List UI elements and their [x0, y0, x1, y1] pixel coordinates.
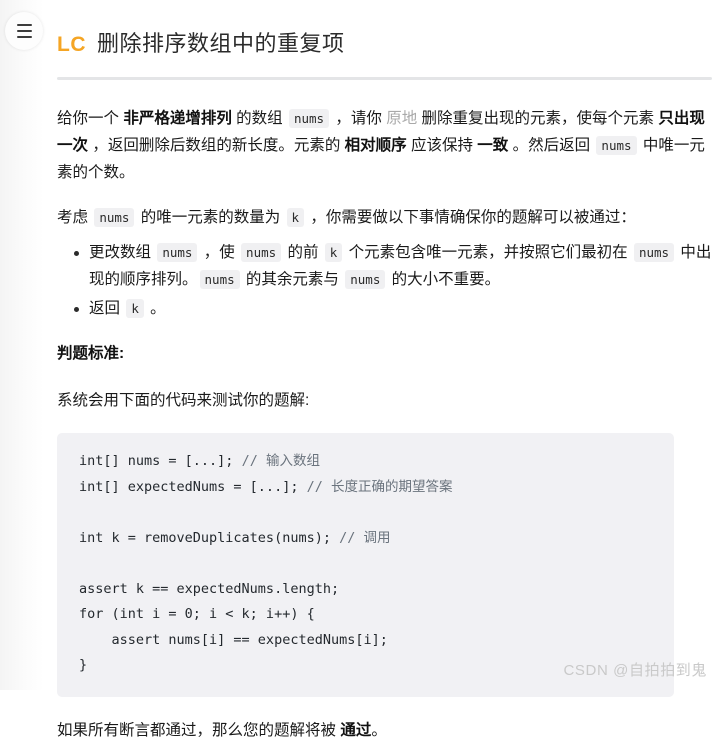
intro-seg-4: 删除重复出现的元素，使每个元素	[417, 110, 659, 127]
problem-intro-paragraph: 给你一个 非严格递增排列 的数组 nums ，请你 原地 删除重复出现的元素，使…	[57, 105, 712, 186]
code-line-1: int[] nums = [...];	[79, 453, 242, 469]
requirements-list: 更改数组 nums ，使 nums 的前 k 个元素包含唯一元素，并按照它们最初…	[57, 239, 712, 322]
title-row: LC 删除排序数组中的重复项	[57, 26, 712, 58]
intro-bold-4: 一致	[477, 137, 509, 154]
intro-seg-2: 的数组	[231, 110, 287, 127]
code-comment-1: // 输入数组	[241, 453, 320, 469]
list-item: 返回 k 。	[74, 295, 712, 322]
conclusion-seg-1: 如果所有断言都通过，那么您的题解将被	[57, 721, 341, 739]
article-content: 给你一个 非严格递增排列 的数组 nums ，请你 原地 删除重复出现的元素，使…	[57, 105, 712, 744]
judging-criteria-heading: 判题标准:	[57, 345, 125, 362]
code-sample-pre: int[] nums = [...]; // 输入数组 int[] expect…	[79, 449, 652, 679]
inline-code-k-2: k	[324, 243, 343, 262]
header-divider	[57, 77, 712, 80]
inline-code-nums-5: nums	[241, 243, 282, 262]
inline-code-nums-4: nums	[157, 243, 198, 262]
conclusion-seg-2: 。	[371, 721, 387, 739]
req2-seg-2: 。	[145, 300, 166, 317]
code-sample-block: int[] nums = [...]; // 输入数组 int[] expect…	[57, 433, 674, 697]
inplace-link[interactable]: 原地	[386, 110, 417, 127]
req1-seg-1: 更改数组	[89, 244, 156, 261]
code-comment-4: // 调用	[339, 529, 391, 546]
leetcode-logo: LC	[57, 33, 86, 56]
intro-seg-5: ，返回删除后数组的新长度。元素的	[88, 137, 345, 154]
code-line-4: int k = removeDuplicates(nums);	[79, 529, 340, 546]
inline-code-nums-7: nums	[199, 270, 240, 289]
inline-code-nums-8: nums	[345, 270, 386, 289]
req1-seg-2: ，使	[199, 244, 240, 261]
hamburger-bar-3	[16, 36, 32, 38]
consider-seg-3: ，你需要做以下事情确保你的题解可以被通过：	[306, 209, 636, 226]
list-item: 更改数组 nums ，使 nums 的前 k 个元素包含唯一元素，并按照它们最初…	[74, 239, 712, 293]
article-page: LC 删除排序数组中的重复项 给你一个 非严格递增排列 的数组 nums ，请你…	[0, 0, 719, 739]
conclusion-bold-1: 通过	[340, 721, 372, 739]
hamburger-bar-1	[16, 24, 32, 26]
consider-seg-2: 的唯一元素的数量为	[136, 209, 285, 226]
req1-seg-7: 的大小不重要。	[387, 271, 501, 288]
intro-bold-3: 相对顺序	[344, 137, 407, 154]
code-comment-2: // 长度正确的期望答案	[306, 478, 453, 495]
article-header: LC 删除排序数组中的重复项	[57, 26, 712, 80]
req1-seg-4: 个元素包含唯一元素，并按照它们最初在	[344, 244, 632, 261]
code-line-9: }	[79, 657, 88, 673]
hamburger-menu-icon[interactable]	[5, 12, 43, 50]
system-test-note: 系统会用下面的代码来测试你的题解:	[57, 392, 310, 409]
inline-code-nums-3: nums	[94, 208, 135, 227]
code-line-2: int[] expectedNums = [...];	[79, 478, 307, 495]
page-title: 删除排序数组中的重复项	[97, 31, 345, 56]
inline-code-k-3: k	[126, 299, 144, 318]
consider-paragraph: 考虑 nums 的唯一元素的数量为 k ，你需要做以下事情确保你的题解可以被通过…	[57, 204, 712, 231]
inline-code-nums-2: nums	[596, 136, 637, 155]
code-line-7: for (int i = 0; i < k; i++) {	[79, 606, 315, 622]
code-line-6: assert k == expectedNums.length;	[79, 580, 340, 597]
intro-seg-1: 给你一个	[57, 110, 124, 127]
hamburger-bar-2	[16, 30, 32, 32]
inline-code-nums: nums	[288, 109, 330, 128]
req1-seg-6: 的其余元素与	[241, 271, 344, 288]
conclusion-paragraph: 如果所有断言都通过，那么您的题解将被 通过。	[57, 717, 712, 744]
intro-seg-6: 应该保持	[406, 137, 478, 154]
inline-code-nums-6: nums	[633, 243, 675, 262]
req1-seg-3: 的前	[283, 244, 323, 261]
intro-bold-1: 非严格递增排列	[123, 110, 232, 127]
inline-code-k: k	[286, 208, 305, 227]
csdn-watermark: CSDN @自拍拍到鬼	[563, 662, 707, 679]
intro-seg-7: 。然后返回	[508, 137, 595, 154]
code-line-8: assert nums[i] == expectedNums[i];	[79, 631, 388, 648]
intro-seg-3: ，请你	[331, 110, 387, 127]
req2-seg-1: 返回	[89, 300, 125, 317]
consider-seg-1: 考虑	[57, 209, 93, 226]
